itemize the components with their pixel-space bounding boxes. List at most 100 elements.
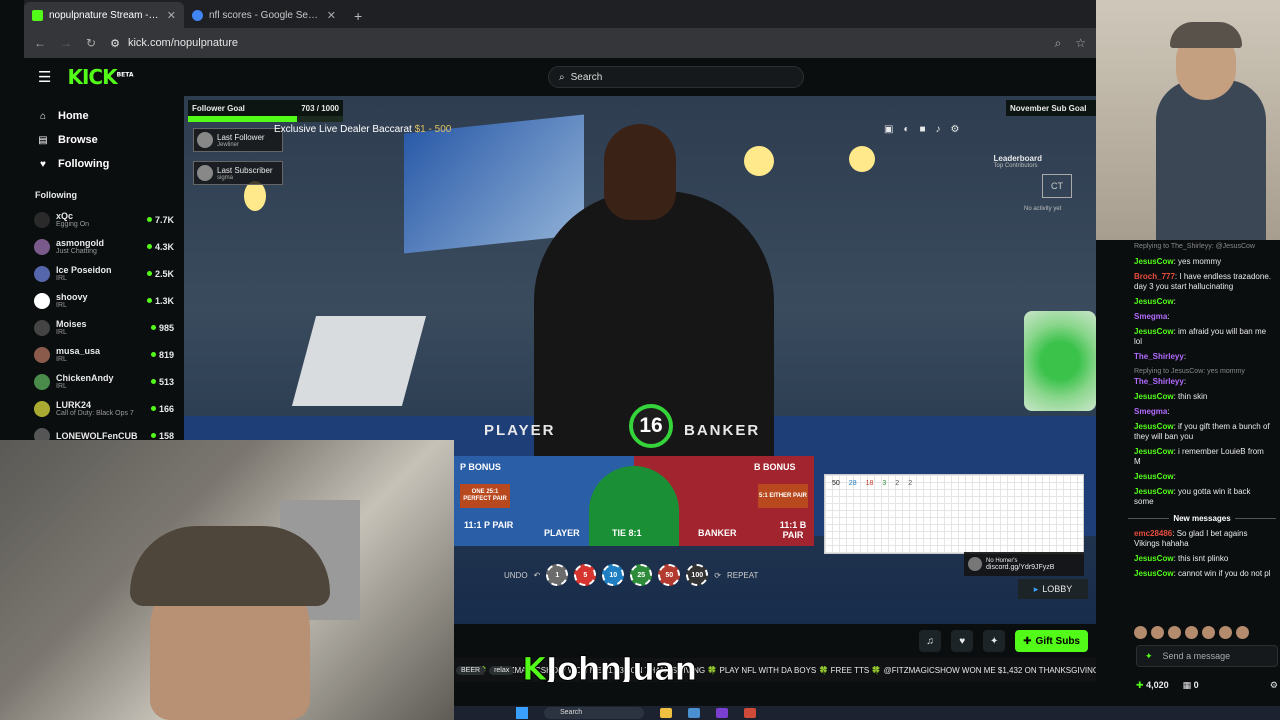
points-display[interactable]: ✚ 4,020: [1136, 680, 1169, 691]
emote[interactable]: [1236, 626, 1249, 639]
sidebar-channel[interactable]: Moises IRL 985: [24, 314, 184, 341]
site-info-icon[interactable]: ⚙: [110, 37, 120, 50]
gift-count[interactable]: ▦ 0: [1183, 680, 1199, 691]
sidebar-channel[interactable]: LURK24 Call of Duty: Black Ops 7 166: [24, 395, 184, 422]
emote[interactable]: [1151, 626, 1164, 639]
chat-message[interactable]: Broch_777: I have endless trazadone. day…: [1124, 270, 1280, 295]
bookmark-star-icon[interactable]: ☆: [1075, 36, 1086, 51]
chat-message[interactable]: Replying to JesusCow: yes mommy The_Shirl…: [1124, 365, 1280, 390]
url-field[interactable]: ⚙ kick.com/nopulpnature: [110, 37, 1040, 50]
search-input[interactable]: ⌕ Search: [548, 66, 804, 88]
undo-icon[interactable]: ↶: [534, 571, 541, 580]
sparkle-icon[interactable]: ✦: [1145, 651, 1153, 662]
chat-username[interactable]: Smegma: [1134, 312, 1167, 321]
chat-username[interactable]: JesusCow: [1134, 392, 1174, 401]
chat-icon[interactable]: ▣: [884, 124, 893, 135]
p-pair-bet[interactable]: 11:1 P PAIR: [464, 520, 513, 530]
chat-username[interactable]: The_Shirleyy: [1134, 352, 1184, 361]
sidebar-channel[interactable]: asmongold Just Chatting 4.3K: [24, 233, 184, 260]
chat-message[interactable]: Replying to The_Shirleyy: @JesusCow: [1124, 240, 1280, 255]
nav-item-following[interactable]: ♥ Following: [24, 152, 184, 176]
sidebar-channel[interactable]: shoovy IRL 1.3K: [24, 287, 184, 314]
follow-button[interactable]: ♥: [951, 630, 974, 652]
sidebar-channel[interactable]: LONEWOLFenCUB 158: [24, 422, 184, 440]
chat-message[interactable]: JesusCow:: [1124, 295, 1280, 310]
chat-message[interactable]: The_Shirleyy:: [1124, 350, 1280, 365]
repeat-button[interactable]: REPEAT: [727, 571, 758, 580]
chat-message[interactable]: JesusCow: if you gift them a bunch of th…: [1124, 420, 1280, 445]
tag[interactable]: BEER: [456, 666, 486, 675]
chat-message[interactable]: JesusCow: thin skin: [1124, 390, 1280, 405]
taskbar-search[interactable]: Search: [544, 707, 644, 719]
chat-input[interactable]: ✦ Send a message: [1136, 645, 1278, 667]
volume-icon[interactable]: ♪: [936, 124, 941, 135]
reload-icon[interactable]: ↻: [86, 36, 96, 50]
p-bonus-label[interactable]: P BONUS: [460, 462, 501, 472]
chat-message[interactable]: JesusCow: i remember LouieB from M: [1124, 445, 1280, 470]
kick-logo[interactable]: KICKBETA: [67, 65, 133, 89]
chat-username[interactable]: JesusCow: [1134, 447, 1174, 456]
chat-message[interactable]: JesusCow: im afraid you will ban me lol: [1124, 325, 1280, 350]
tag[interactable]: relax: [489, 666, 515, 675]
chat-username[interactable]: JesusCow: [1134, 554, 1174, 563]
back-icon[interactable]: ←: [34, 36, 46, 50]
store-icon[interactable]: [688, 708, 700, 718]
windows-start-icon[interactable]: [516, 707, 528, 719]
menu-icon[interactable]: ☰: [38, 68, 51, 86]
b-bonus-label[interactable]: B BONUS: [754, 462, 796, 472]
sidebar-channel[interactable]: musa_usa IRL 819: [24, 341, 184, 368]
settings-icon[interactable]: ⚙: [1270, 680, 1278, 691]
tab-kick[interactable]: nopulpnature Stream - Watch Live ✕: [24, 2, 184, 28]
chrome-icon[interactable]: [744, 708, 756, 718]
chat-username[interactable]: JesusCow: [1134, 327, 1174, 336]
gift-subs-button[interactable]: ✚ Gift Subs: [1015, 630, 1088, 652]
chat-username[interactable]: JesusCow: [1134, 569, 1174, 578]
tab-google[interactable]: nfl scores - Google Search ✕: [184, 2, 344, 28]
chip-100[interactable]: 100: [686, 564, 709, 586]
chat-username[interactable]: JesusCow: [1134, 422, 1174, 431]
chat-username[interactable]: The_Shirleyy: [1134, 377, 1184, 386]
chat-username[interactable]: Smegma: [1134, 407, 1167, 416]
sidebar-channel[interactable]: xQc Egging On 7.7K: [24, 206, 184, 233]
chat-message[interactable]: JesusCow: you gotta win it back some: [1124, 485, 1280, 510]
chip-10[interactable]: 10: [602, 564, 625, 586]
chat-message[interactable]: Smegma:: [1124, 405, 1280, 420]
chat-message[interactable]: JesusCow: yes mommy: [1124, 255, 1280, 270]
file-explorer-icon[interactable]: [660, 708, 672, 718]
either-pair-bet[interactable]: 5:1 EITHER PAIR: [758, 484, 808, 508]
forward-icon[interactable]: →: [60, 36, 72, 50]
emote[interactable]: [1219, 626, 1232, 639]
chat-username[interactable]: JesusCow: [1134, 472, 1174, 481]
chat-message[interactable]: emc28486: So glad I bet agains Vikings h…: [1124, 527, 1280, 552]
emote[interactable]: [1202, 626, 1215, 639]
close-icon[interactable]: ✕: [327, 9, 336, 22]
close-icon[interactable]: ✕: [167, 9, 176, 22]
chip-25[interactable]: 25: [630, 564, 653, 586]
emote[interactable]: [1168, 626, 1181, 639]
chat-username[interactable]: JesusCow: [1134, 257, 1174, 266]
sidebar-channel[interactable]: ChickenAndy IRL 513: [24, 368, 184, 395]
perfect-pair-bet[interactable]: ONE 25:1 PERFECT PAIR: [460, 484, 510, 508]
new-tab-icon[interactable]: +: [344, 8, 372, 28]
chat-username[interactable]: Broch_777: [1134, 272, 1175, 281]
sidebar-channel[interactable]: Ice Poseidon IRL 2.5K: [24, 260, 184, 287]
b-pair-bet[interactable]: 11:1 B PAIR: [772, 520, 814, 540]
zoom-icon[interactable]: ⌕: [1055, 36, 1062, 51]
chat-username[interactable]: emc28486: [1134, 529, 1172, 538]
emote[interactable]: [1134, 626, 1147, 639]
chat-message[interactable]: JesusCow:: [1124, 470, 1280, 485]
camera-icon[interactable]: ■: [920, 124, 926, 135]
notification-bell-button[interactable]: ♫: [919, 630, 942, 652]
chat-username[interactable]: JesusCow: [1134, 487, 1174, 496]
more-button[interactable]: ✦: [983, 630, 1006, 652]
nav-item-browse[interactable]: ▤ Browse: [24, 128, 184, 152]
chip-icon[interactable]: ◐: [903, 124, 909, 135]
undo-button[interactable]: UNDO: [504, 571, 528, 580]
settings-icon[interactable]: ⚙: [951, 124, 960, 135]
nav-item-home[interactable]: ⌂ Home: [24, 104, 184, 128]
chip-50[interactable]: 50: [658, 564, 681, 586]
chip-5[interactable]: 5: [574, 564, 597, 586]
chat-username[interactable]: JesusCow: [1134, 297, 1174, 306]
chat-message[interactable]: Smegma:: [1124, 310, 1280, 325]
lobby-button[interactable]: ▸ LOBBY: [1018, 579, 1088, 599]
